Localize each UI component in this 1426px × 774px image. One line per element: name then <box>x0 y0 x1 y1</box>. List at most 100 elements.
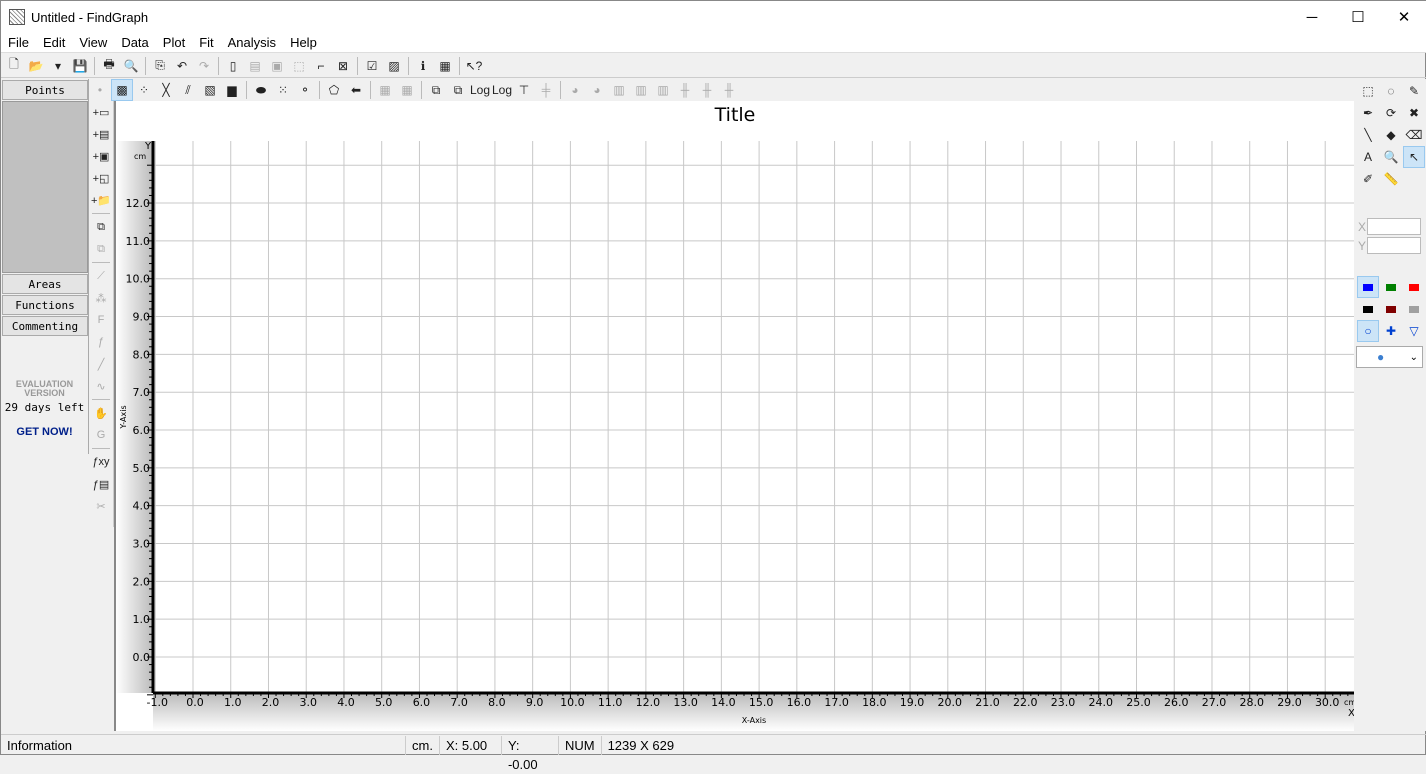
histogram-button[interactable]: ▆ <box>221 79 243 101</box>
help-cursor-button[interactable]: ↖? <box>463 55 485 77</box>
page-button[interactable]: ▯ <box>222 55 244 77</box>
bars-button[interactable]: ▥ <box>608 79 630 101</box>
points-button[interactable]: ▩ <box>111 79 133 101</box>
copy-button[interactable]: ⎘ <box>149 55 171 77</box>
cross-marker-button[interactable]: ✚ <box>1380 320 1402 342</box>
plot-area[interactable]: Title -1.0 0.0 1.0 2.0 3.0 4.0 5.0 6.0 7.0 8.0 9.0… <box>114 101 1356 731</box>
pen-button[interactable]: ✐ <box>1357 168 1379 190</box>
commenting-tab[interactable]: Commenting <box>2 316 88 336</box>
add-image-button[interactable]: +▣ <box>90 145 112 167</box>
rotate-button[interactable]: ⟳ <box>1380 102 1402 124</box>
function-xy-button[interactable]: ƒxy <box>90 451 112 473</box>
menu-plot[interactable]: Plot <box>156 33 192 52</box>
circle-marker-button[interactable]: ○ <box>1357 320 1379 342</box>
info-button[interactable]: ℹ <box>412 55 434 77</box>
log-x-button[interactable]: Log <box>469 79 491 101</box>
add-point-button[interactable]: +▭ <box>90 101 112 123</box>
delete-points-button[interactable]: ✖ <box>1403 102 1425 124</box>
marker-style-select[interactable]: ● ⌄ <box>1356 346 1423 368</box>
page-gray-button[interactable]: ▤ <box>244 55 266 77</box>
points-tab[interactable]: Points <box>2 80 88 100</box>
menu-edit[interactable]: Edit <box>36 33 72 52</box>
log-y-button[interactable]: Log <box>491 79 513 101</box>
get-now-link[interactable]: GET NOW! <box>1 426 88 438</box>
color-green-button[interactable] <box>1380 276 1402 298</box>
pipette-button[interactable]: ✒ <box>1357 102 1379 124</box>
points-list[interactable] <box>2 101 88 273</box>
line-cross-button[interactable]: ╳ <box>155 79 177 101</box>
text-tool-button[interactable]: A <box>1357 146 1379 168</box>
layers-button[interactable]: ▦ <box>374 79 396 101</box>
layers2-button[interactable]: ▦ <box>396 79 418 101</box>
x-coord-input[interactable] <box>1367 218 1422 235</box>
open-button[interactable]: 📂 <box>25 55 47 77</box>
lasso-button[interactable]: ◌ <box>1380 80 1402 102</box>
paste-data-button[interactable]: ⧉ <box>90 238 112 260</box>
color-blue-button[interactable] <box>1357 276 1379 298</box>
y-coord-input[interactable] <box>1367 237 1422 254</box>
add-folder-button[interactable]: +📁 <box>90 189 112 211</box>
window-button[interactable]: ⧉ <box>425 79 447 101</box>
triangle-marker-button[interactable]: ▽ <box>1403 320 1425 342</box>
menu-analysis[interactable]: Analysis <box>221 33 283 52</box>
minimize-button[interactable]: ─ <box>1289 1 1335 33</box>
edit-button[interactable]: ✎ <box>1403 80 1425 102</box>
ellipse-fill-button[interactable]: ⬬ <box>250 79 272 101</box>
new-button[interactable]: 🗋 <box>3 55 25 77</box>
scatter-button[interactable]: ⁘ <box>133 79 155 101</box>
parallel-lines-button[interactable]: ⫽ <box>177 79 199 101</box>
dot-button[interactable]: • <box>89 79 111 101</box>
zoom-button[interactable]: 🔍 <box>1380 146 1402 168</box>
copy-data-button[interactable]: ⧉ <box>90 216 112 238</box>
menu-data[interactable]: Data <box>114 33 155 52</box>
candlestick-button[interactable]: ╫ <box>718 79 740 101</box>
redo-button[interactable]: ↷ <box>193 55 215 77</box>
function-box-button[interactable]: F <box>90 309 112 331</box>
add-table-button[interactable]: +▤ <box>90 123 112 145</box>
rect-select-button[interactable]: ⬚ <box>1357 80 1379 102</box>
regression-button[interactable]: ╱ <box>90 353 112 375</box>
areas-tab[interactable]: Areas <box>2 274 88 294</box>
polygon-button[interactable]: ⬠ <box>323 79 345 101</box>
selection-button[interactable]: ⬚ <box>288 55 310 77</box>
eraser-button[interactable]: ⌫ <box>1403 124 1425 146</box>
color-red-button[interactable] <box>1403 276 1425 298</box>
print-preview-button[interactable]: 🔍 <box>120 55 142 77</box>
bars3-button[interactable]: ▥ <box>652 79 674 101</box>
save-button[interactable]: 💾 <box>69 55 91 77</box>
close-button[interactable]: ✕ <box>1381 1 1426 33</box>
menu-view[interactable]: View <box>72 33 114 52</box>
line-tool-button[interactable]: ╲ <box>1357 124 1379 146</box>
dropdown-arrow-button[interactable]: ▾ <box>47 55 69 77</box>
color-gray-button[interactable] <box>1403 298 1425 320</box>
gauss-button[interactable]: G <box>90 424 112 446</box>
pie2-button[interactable]: ◕ <box>586 79 608 101</box>
page-frame-button[interactable]: ▣ <box>266 55 288 77</box>
menu-file[interactable]: File <box>1 33 36 52</box>
fit-button[interactable]: ⊠ <box>332 55 354 77</box>
scissors-button[interactable]: ✂ <box>90 495 112 517</box>
ruler-button[interactable]: 📏 <box>1380 168 1402 190</box>
boxplot-button[interactable]: ╫ <box>674 79 696 101</box>
image-button[interactable]: ▨ <box>383 55 405 77</box>
boxplot2-button[interactable]: ╫ <box>696 79 718 101</box>
circles-button[interactable]: ⚬ <box>294 79 316 101</box>
undo-button[interactable]: ↶ <box>171 55 193 77</box>
functions-tab[interactable]: Functions <box>2 295 88 315</box>
fit-scatter-button[interactable]: ⁂ <box>90 287 112 309</box>
axis-button[interactable]: ⊤ <box>513 79 535 101</box>
function-plot-button[interactable]: ƒ <box>90 331 112 353</box>
color-black-button[interactable] <box>1357 298 1379 320</box>
print-button[interactable]: 🖶 <box>98 55 120 77</box>
function-table-button[interactable]: ƒ▤ <box>90 473 112 495</box>
scale-button[interactable]: ⌐ <box>310 55 332 77</box>
add-area-button[interactable]: +◱ <box>90 167 112 189</box>
pie-button[interactable]: ◕ <box>564 79 586 101</box>
hand-button[interactable]: ✋ <box>90 402 112 424</box>
fill-button[interactable]: ◆ <box>1380 124 1402 146</box>
axis-gray-button[interactable]: ╪ <box>535 79 557 101</box>
menu-help[interactable]: Help <box>283 33 324 52</box>
pointer-xy-button[interactable]: ↖ <box>1403 146 1425 168</box>
curve-button[interactable]: ∿ <box>90 375 112 397</box>
checklist-button[interactable]: ☑ <box>361 55 383 77</box>
